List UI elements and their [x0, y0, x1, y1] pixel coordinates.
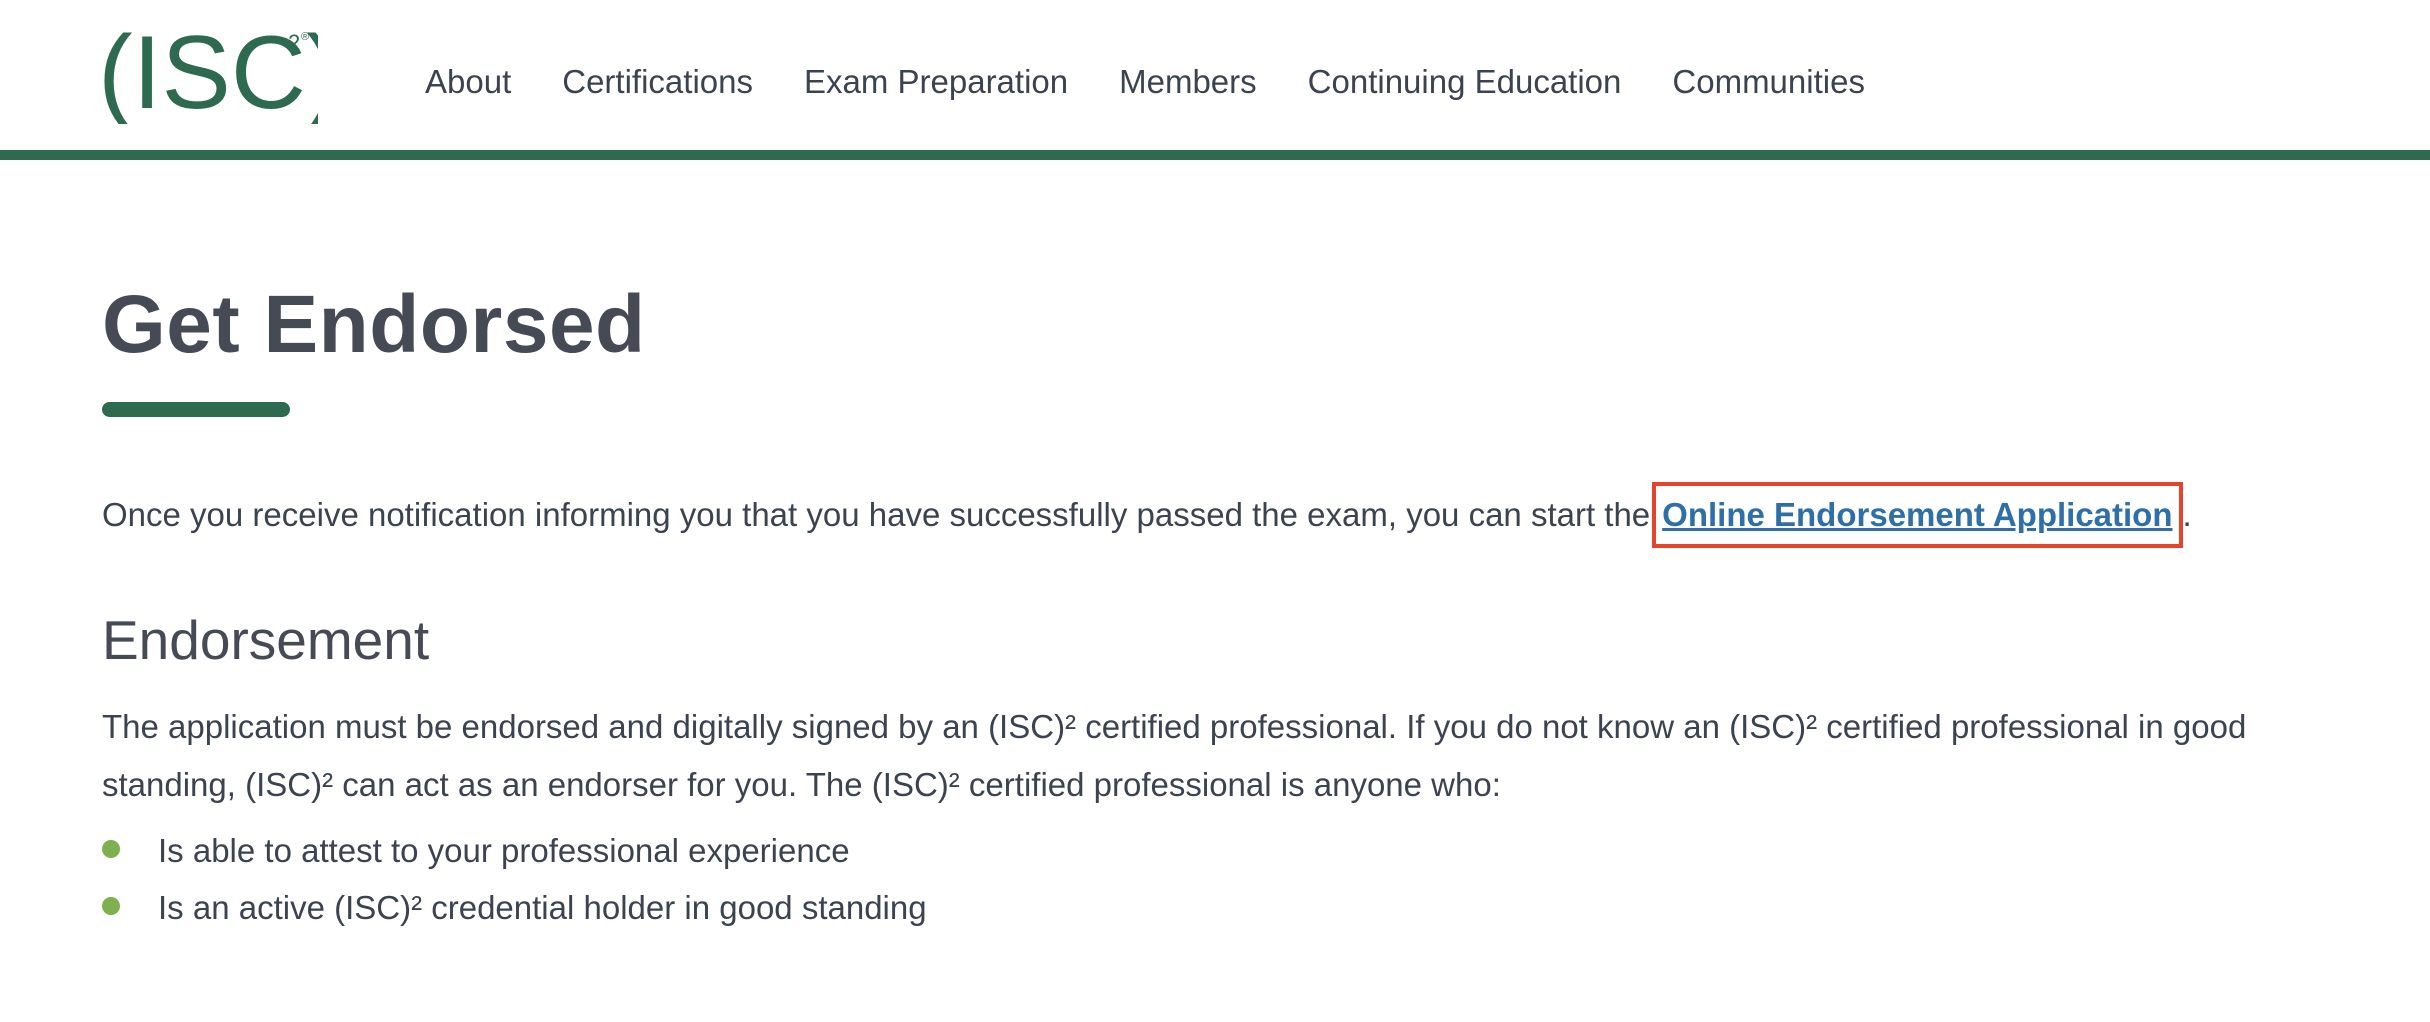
intro-paragraph: Once you receive notification informing …	[102, 482, 2192, 548]
bullet-icon	[102, 897, 120, 915]
page-title: Get Endorsed	[102, 279, 646, 370]
list-item-text: Is an active (ISC)² credential holder in…	[158, 889, 927, 926]
list-item: Is an active (ISC)² credential holder in…	[102, 879, 927, 936]
online-endorsement-application-link[interactable]: Online Endorsement Application	[1662, 496, 2172, 533]
logo-superscript: 2	[288, 30, 300, 55]
nav-communities[interactable]: Communities	[1672, 58, 1865, 106]
section-heading-endorsement: Endorsement	[102, 609, 430, 671]
nav-certifications[interactable]: Certifications	[562, 58, 753, 106]
list-item-text: Is able to attest to your professional e…	[158, 832, 850, 869]
logo-text: (ISC)	[98, 15, 318, 124]
list-item: Is able to attest to your professional e…	[102, 822, 927, 879]
intro-text: Once you receive notification informing …	[102, 496, 1651, 533]
endorsement-description: The application must be endorsed and dig…	[102, 708, 2247, 803]
site-header: (ISC) 2 ® About Certifications Exam Prep…	[0, 0, 2430, 160]
header-divider	[0, 150, 2430, 160]
main-nav: About Certifications Exam Preparation Me…	[425, 58, 1916, 106]
logo-registered: ®	[301, 31, 309, 43]
requirements-list: Is able to attest to your professional e…	[102, 822, 927, 936]
nav-about[interactable]: About	[425, 58, 511, 106]
nav-continuing-education[interactable]: Continuing Education	[1308, 58, 1622, 106]
title-underline	[102, 402, 290, 417]
nav-exam-preparation[interactable]: Exam Preparation	[804, 58, 1068, 106]
isc2-logo[interactable]: (ISC) 2 ®	[98, 14, 318, 124]
main-content: Get Endorsed Once you receive notificati…	[102, 270, 2342, 926]
nav-members[interactable]: Members	[1119, 58, 1257, 106]
intro-end: .	[2182, 496, 2192, 533]
bullet-icon	[102, 840, 120, 858]
highlight-box: Online Endorsement Application	[1652, 482, 2183, 548]
